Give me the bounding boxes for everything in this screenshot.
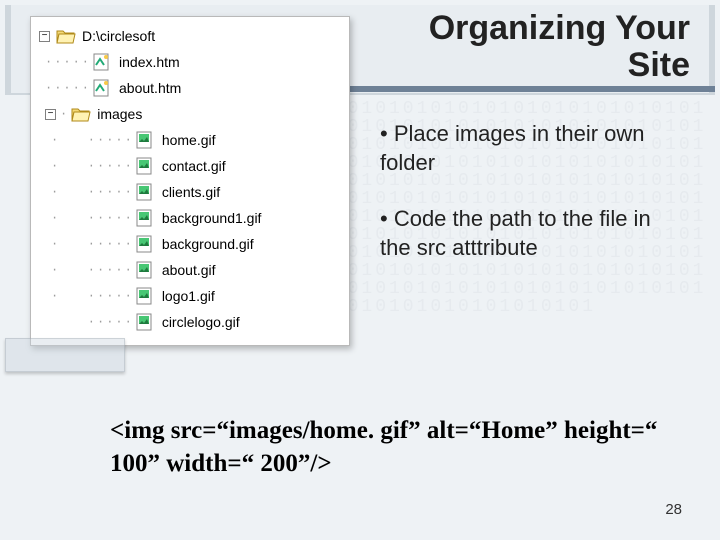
html-file-icon bbox=[93, 79, 113, 97]
image-file-icon bbox=[136, 183, 156, 201]
slide-title: Organizing Your Site bbox=[390, 10, 690, 85]
tree-folder-images[interactable]: − · images bbox=[31, 101, 349, 127]
image-file-icon bbox=[136, 261, 156, 279]
tree-node-label: home.gif bbox=[162, 132, 216, 148]
tree-node-label: circlelogo.gif bbox=[162, 314, 240, 330]
tree-item[interactable]: · ····· background1.gif bbox=[31, 205, 349, 231]
page-number: 28 bbox=[665, 501, 682, 518]
bullet-item: • Code the path to the file in the src a… bbox=[380, 205, 670, 262]
side-tab bbox=[5, 338, 125, 372]
tree-node-label: images bbox=[97, 106, 142, 122]
tree-node-label: background.gif bbox=[162, 236, 254, 252]
image-file-icon bbox=[136, 287, 156, 305]
image-file-icon bbox=[136, 157, 156, 175]
tree-root[interactable]: − D:\circlesoft bbox=[31, 23, 349, 49]
tree-item[interactable]: · ····· contact.gif bbox=[31, 153, 349, 179]
folder-open-icon bbox=[56, 27, 76, 45]
tree-item[interactable]: · ····· home.gif bbox=[31, 127, 349, 153]
image-file-icon bbox=[136, 313, 156, 331]
image-file-icon bbox=[136, 235, 156, 253]
tree-item[interactable]: · ····· clients.gif bbox=[31, 179, 349, 205]
body-text: • Place images in their own folder • Cod… bbox=[380, 120, 670, 290]
html-file-icon bbox=[93, 53, 113, 71]
code-example: <img src=“images/home. gif” alt=“Home” h… bbox=[110, 415, 670, 480]
bullet-item: • Place images in their own folder bbox=[380, 120, 670, 177]
tree-item[interactable]: ····· circlelogo.gif bbox=[31, 309, 349, 335]
tree-node-label: about.gif bbox=[162, 262, 216, 278]
tree-node-label: clients.gif bbox=[162, 184, 220, 200]
tree-node-label: index.htm bbox=[119, 54, 180, 70]
tree-node-label: about.htm bbox=[119, 80, 181, 96]
tree-item[interactable]: · ····· about.gif bbox=[31, 257, 349, 283]
image-file-icon bbox=[136, 131, 156, 149]
tree-item[interactable]: · ····· logo1.gif bbox=[31, 283, 349, 309]
folder-open-icon bbox=[71, 105, 91, 123]
collapse-icon[interactable]: − bbox=[45, 109, 56, 120]
tree-node-label: D:\circlesoft bbox=[82, 28, 155, 44]
folder-tree: − D:\circlesoft ····· index.htm ····· ab… bbox=[30, 16, 350, 346]
tree-node-label: logo1.gif bbox=[162, 288, 215, 304]
tree-node-label: contact.gif bbox=[162, 158, 226, 174]
collapse-icon[interactable]: − bbox=[39, 31, 50, 42]
tree-item[interactable]: ····· about.htm bbox=[31, 75, 349, 101]
tree-item[interactable]: · ····· background.gif bbox=[31, 231, 349, 257]
tree-item[interactable]: ····· index.htm bbox=[31, 49, 349, 75]
bullet-text: Code the path to the file in the src att… bbox=[380, 206, 651, 260]
tree-node-label: background1.gif bbox=[162, 210, 262, 226]
image-file-icon bbox=[136, 209, 156, 227]
bullet-text: Place images in their own folder bbox=[380, 121, 645, 175]
